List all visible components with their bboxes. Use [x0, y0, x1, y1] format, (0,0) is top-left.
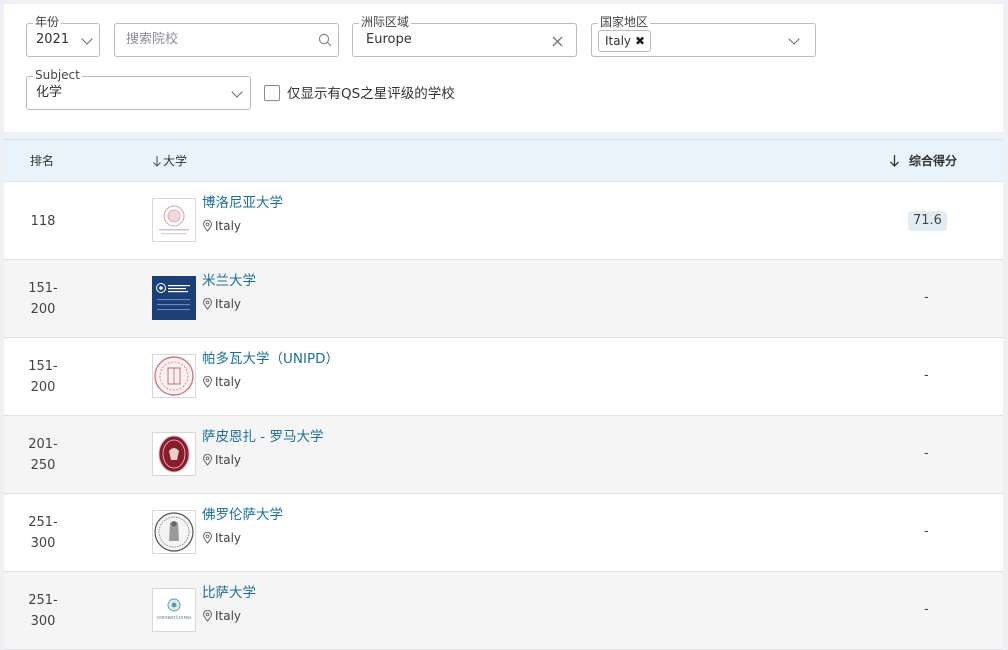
rank-value: 300 [30, 614, 56, 629]
location: Italy [202, 452, 241, 468]
location-label: Italy [215, 453, 242, 467]
location-label: Italy [215, 531, 242, 545]
university-link[interactable]: 比萨大学 [202, 584, 256, 602]
location: Italy [202, 608, 241, 624]
rank-value: 251- [28, 593, 58, 608]
rank-value: 151- [28, 359, 58, 374]
rank-value: 118 [30, 214, 56, 229]
rank-cell: 118 [28, 211, 58, 232]
milan-logo [152, 276, 196, 320]
location-label: Italy [215, 297, 242, 311]
location: Italy [202, 296, 241, 312]
subject-select[interactable]: Subject 化学 [26, 67, 251, 110]
overall-score: - [924, 290, 929, 305]
sort-arrow-icon [153, 156, 161, 167]
pisa-logo-text: UNIVERSITÀ DI PISA [157, 615, 192, 620]
bologna-seal-logo [152, 198, 196, 242]
university-header[interactable]: 大学 [152, 153, 187, 169]
location-pin-icon [202, 610, 213, 622]
location-pin-icon [202, 454, 213, 466]
table-row: 251- 300 佛罗伦萨大学 Italy - [4, 494, 1003, 572]
padova-seal-logo [152, 354, 196, 398]
qs-stars-label[interactable]: 仅显示有QS之星评级的学校 [287, 85, 455, 103]
florence-seal-logo [152, 510, 196, 554]
sapienza-seal-logo [152, 432, 196, 476]
region-legend: 洲际区域 [359, 14, 412, 30]
chevron-down-icon [788, 33, 800, 45]
university-link[interactable]: 萨皮恩扎 - 罗马大学 [202, 428, 323, 446]
location-pin-icon [202, 376, 213, 388]
location-pin-icon [202, 298, 213, 310]
table-row: 151- 200 帕多瓦大学（UNIPD） Italy - [4, 338, 1003, 416]
country-tag: Italy ✖ [598, 30, 652, 52]
pisa-logo: UNIVERSITÀ DI PISA [152, 588, 196, 632]
overall-score: - [924, 446, 929, 461]
table-header: 排名 大学 综合得分 [4, 139, 1003, 182]
sort-arrow-icon[interactable] [889, 154, 900, 167]
university-header-label: 大学 [163, 154, 188, 168]
rank-cell: 201- 250 [28, 434, 58, 476]
location-pin-icon [202, 220, 213, 232]
filter-panel: 年份 2021 搜索院校 洲际区域 Europe 国家地区 Italy ✖ Su… [4, 4, 1003, 132]
rank-value: 300 [30, 536, 56, 551]
overall-score: - [924, 368, 929, 383]
overall-score: - [924, 524, 929, 539]
country-legend: 国家地区 [598, 14, 651, 30]
region-select[interactable]: 洲际区域 Europe [352, 14, 577, 57]
country-select[interactable]: 国家地区 Italy ✖ [591, 14, 816, 57]
rank-value: 200 [30, 380, 56, 395]
rank-value: 200 [30, 302, 56, 317]
rank-cell: 251- 300 [28, 512, 58, 554]
university-link[interactable]: 博洛尼亚大学 [202, 194, 283, 212]
country-tag-label: Italy [605, 34, 632, 48]
university-link[interactable]: 佛罗伦萨大学 [202, 506, 283, 524]
university-link[interactable]: 米兰大学 [202, 272, 256, 290]
rank-value: 251- [28, 515, 58, 530]
year-select[interactable]: 年份 2021 [26, 14, 100, 57]
clear-icon[interactable] [552, 36, 563, 47]
overall-score: 71.6 [908, 211, 947, 231]
overall-score: - [924, 602, 929, 617]
search-input[interactable]: 搜索院校 [114, 23, 339, 57]
location-label: Italy [215, 375, 242, 389]
location-pin-icon [202, 532, 213, 544]
subject-legend: Subject [33, 67, 82, 83]
rank-value: 151- [28, 281, 58, 296]
rankings-table: 排名 大学 综合得分 118 博洛尼亚大学 Italy 71.6 151- 20… [4, 139, 1003, 650]
remove-tag-icon[interactable]: ✖ [635, 31, 645, 51]
rank-cell: 151- 200 [28, 356, 58, 398]
rank-value: 250 [30, 458, 56, 473]
rank-cell: 151- 200 [28, 278, 58, 320]
location: Italy [202, 374, 241, 390]
rank-header[interactable]: 排名 [30, 153, 54, 169]
university-link[interactable]: 帕多瓦大学（UNIPD） [202, 350, 339, 368]
location: Italy [202, 218, 241, 234]
search-icon[interactable] [318, 33, 332, 47]
location-label: Italy [215, 219, 242, 233]
year-value: 2021 [36, 32, 70, 47]
subject-value: 化学 [36, 85, 63, 100]
chevron-down-icon [81, 33, 93, 45]
qs-stars-checkbox[interactable] [264, 85, 280, 101]
region-value: Europe [366, 32, 412, 47]
year-legend: 年份 [33, 14, 62, 30]
rank-value: 201- [28, 437, 58, 452]
chevron-down-icon [231, 86, 243, 98]
table-row: 118 博洛尼亚大学 Italy 71.6 [4, 182, 1003, 260]
search-placeholder: 搜索院校 [126, 32, 179, 47]
rank-cell: 251- 300 [28, 590, 58, 632]
location-label: Italy [215, 609, 242, 623]
table-row: 251- 300 UNIVERSITÀ DI PISA 比萨大学 Italy - [4, 572, 1003, 650]
location: Italy [202, 530, 241, 546]
table-row: 201- 250 萨皮恩扎 - 罗马大学 Italy - [4, 416, 1003, 494]
score-header[interactable]: 综合得分 [909, 153, 957, 169]
table-row: 151- 200 米兰大学 Italy - [4, 260, 1003, 338]
